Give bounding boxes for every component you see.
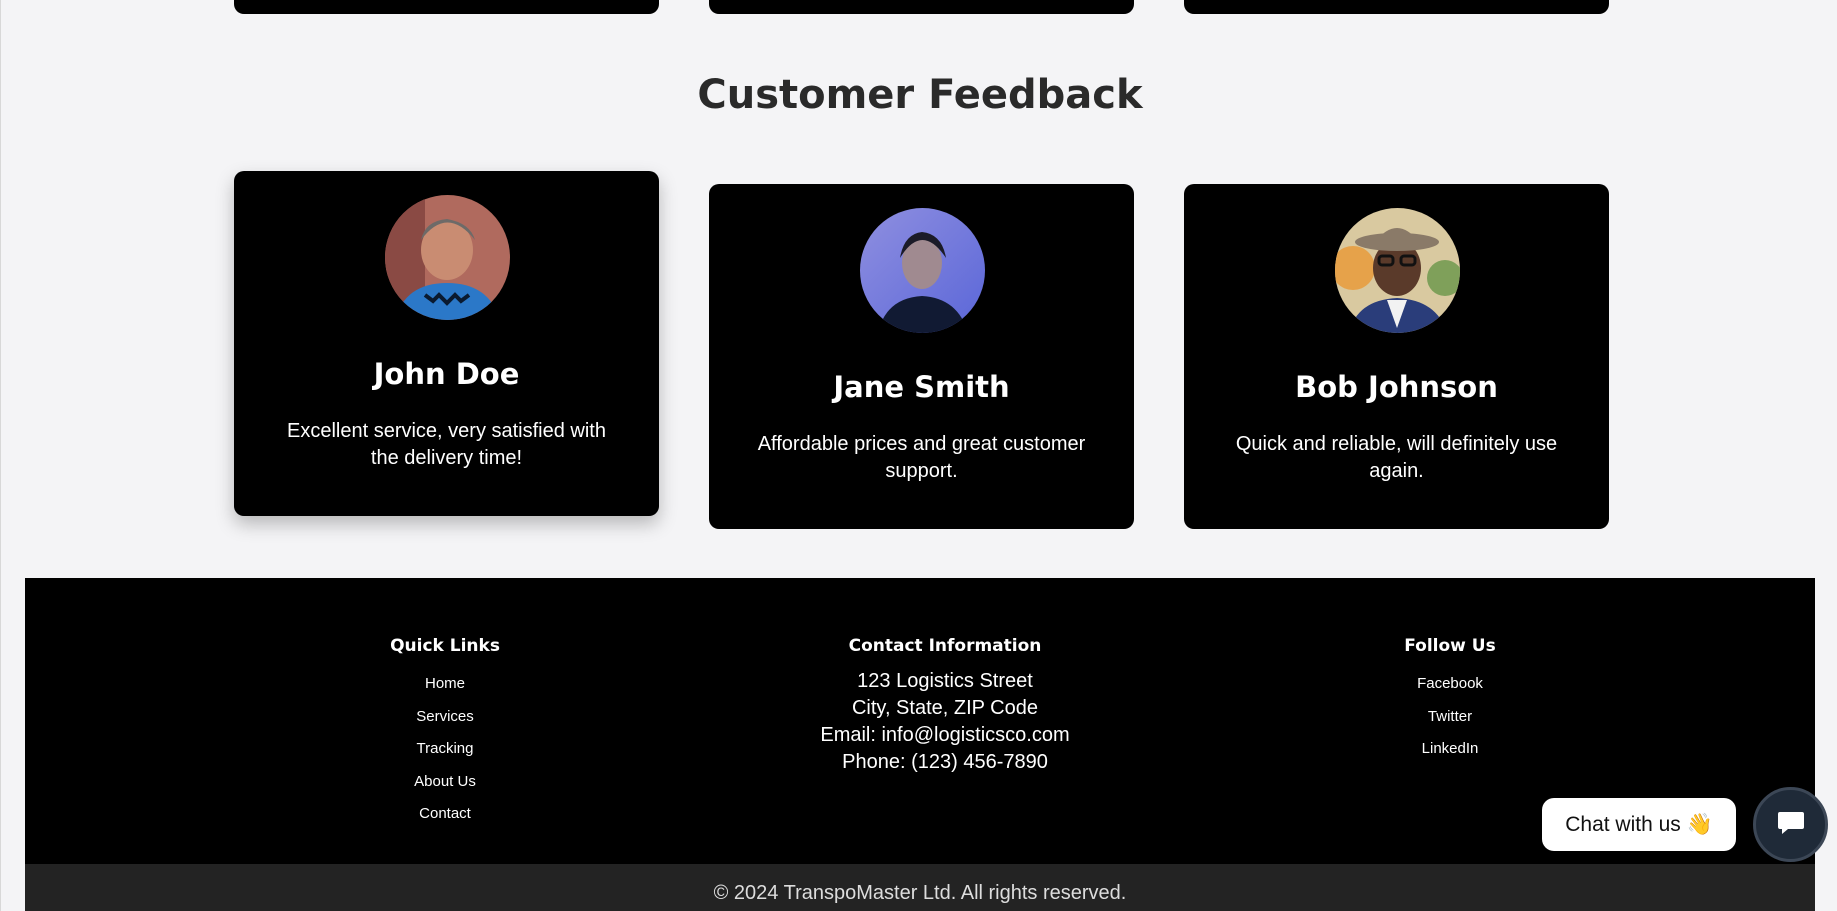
footer-link-home[interactable]: Home	[325, 668, 565, 701]
footer-link-tracking[interactable]: Tracking	[325, 733, 565, 766]
testimonial-name: Jane Smith	[833, 370, 1010, 404]
chat-button[interactable]	[1753, 787, 1828, 862]
testimonial-card[interactable]: John Doe Excellent service, very satisfi…	[234, 171, 659, 516]
avatar	[384, 195, 510, 320]
section-title: Customer Feedback	[697, 72, 1143, 118]
testimonial-text: Excellent service, very satisfied with t…	[286, 420, 606, 469]
social-link-twitter[interactable]: Twitter	[1330, 701, 1570, 734]
contact-info-column: Contact Information 123 Logistics Street…	[770, 636, 1120, 776]
footer-link-services[interactable]: Services	[325, 701, 565, 734]
previous-section-card	[234, 0, 659, 14]
testimonial-name: John Doe	[373, 357, 520, 391]
copyright: © 2024 TranspoMaster Ltd. All rights res…	[25, 864, 1815, 911]
follow-us-column: Follow Us Facebook Twitter LinkedIn	[1330, 636, 1570, 766]
contact-address-line: 123 Logistics Street	[857, 670, 1033, 692]
testimonial-name: Bob Johnson	[1295, 370, 1498, 404]
testimonial-card[interactable]: Bob Johnson Quick and reliable, will def…	[1184, 184, 1609, 529]
chat-icon	[1776, 807, 1806, 842]
social-link-facebook[interactable]: Facebook	[1330, 668, 1570, 701]
contact-phone: Phone: (123) 456-7890	[842, 751, 1048, 773]
avatar	[859, 208, 985, 333]
social-link-linkedin[interactable]: LinkedIn	[1330, 733, 1570, 766]
quick-links-column: Quick Links Home Services Tracking About…	[325, 636, 565, 831]
chat-prompt-bubble[interactable]: Chat with us 👋	[1542, 798, 1736, 851]
contact-email: Email: info@logisticsco.com	[820, 724, 1070, 746]
testimonial-text: Quick and reliable, will definitely use …	[1235, 433, 1558, 482]
quick-links-heading: Quick Links	[390, 636, 500, 656]
follow-us-heading: Follow Us	[1404, 636, 1496, 656]
avatar	[1334, 208, 1460, 333]
contact-city-line: City, State, ZIP Code	[851, 697, 1038, 719]
previous-section-card	[709, 0, 1134, 14]
footer-link-contact[interactable]: Contact	[325, 798, 565, 831]
testimonial-text: Affordable prices and great customer sup…	[757, 433, 1086, 482]
previous-section-card	[1184, 0, 1609, 14]
testimonial-card[interactable]: Jane Smith Affordable prices and great c…	[709, 184, 1134, 529]
footer-link-about-us[interactable]: About Us	[325, 766, 565, 799]
contact-info-heading: Contact Information	[848, 636, 1042, 656]
